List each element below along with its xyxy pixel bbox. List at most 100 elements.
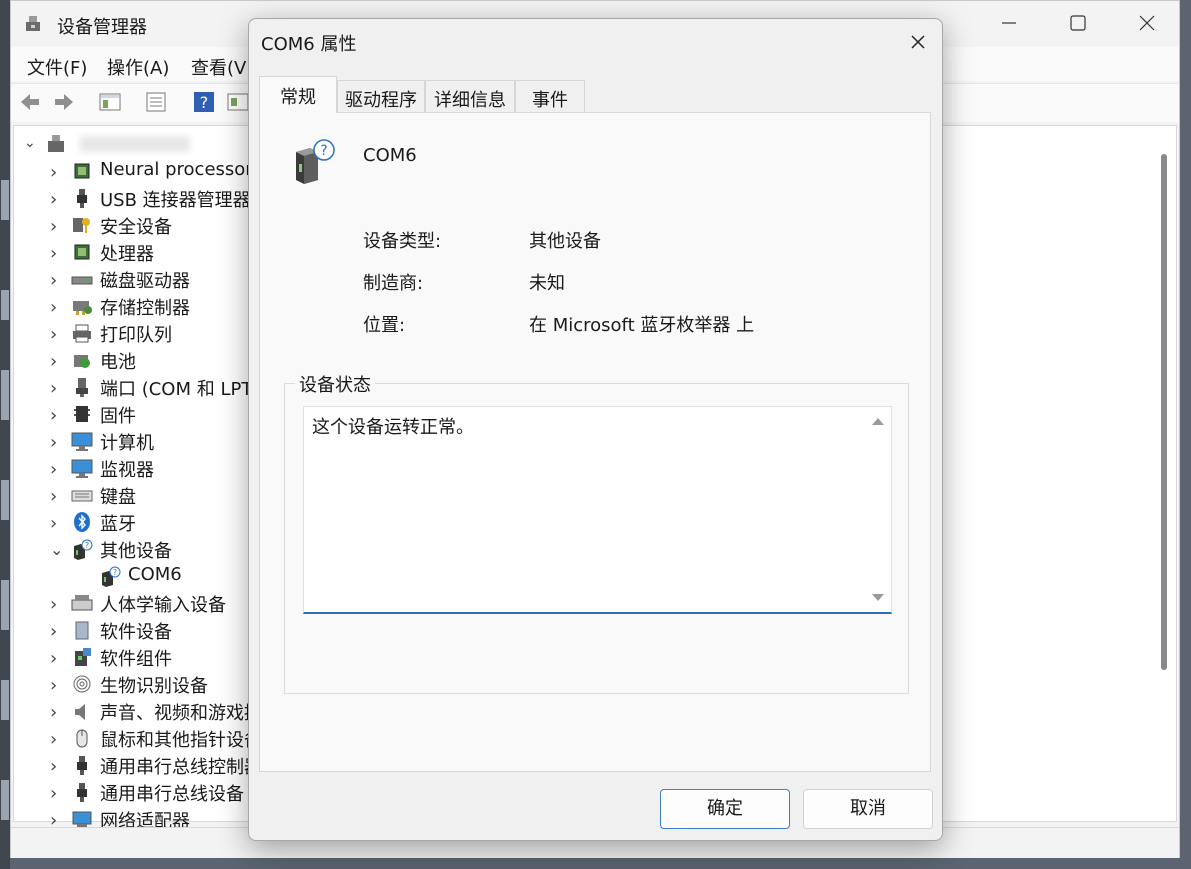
menu-action[interactable]: 操作(A) bbox=[107, 54, 169, 80]
forward-arrow-icon[interactable] bbox=[51, 89, 77, 115]
chevron-right-icon[interactable]: › bbox=[50, 783, 66, 804]
close-icon[interactable] bbox=[1135, 11, 1159, 35]
computer-icon bbox=[48, 135, 64, 152]
chevron-right-icon[interactable]: › bbox=[50, 486, 66, 507]
chevron-right-icon[interactable]: › bbox=[50, 378, 66, 399]
chevron-right-icon[interactable]: › bbox=[50, 648, 66, 669]
device-status-textbox[interactable]: 这个设备运转正常。 bbox=[303, 406, 892, 614]
tree-category-item[interactable]: › 软件设备 bbox=[50, 618, 280, 644]
tree-category-item[interactable]: › 监视器 bbox=[50, 456, 280, 482]
tree-category-item[interactable]: › 蓝牙 bbox=[50, 510, 280, 536]
tree-category-item[interactable]: › 固件 bbox=[50, 402, 280, 428]
tree-category-item[interactable]: › USB 连接器管理器 bbox=[50, 186, 280, 212]
back-arrow-icon[interactable] bbox=[17, 89, 43, 115]
maximize-icon[interactable] bbox=[1066, 11, 1090, 35]
tree-category-item[interactable]: › 鼠标和其他指针设备 bbox=[50, 726, 280, 752]
properties-dialog: COM6 属性 常规 驱动程序 详细信息 事件 ? COM6 设备类型: 其他设… bbox=[248, 18, 943, 841]
device-status-group: 设备状态 这个设备运转正常。 bbox=[284, 371, 909, 694]
tab-events[interactable]: 事件 bbox=[515, 80, 585, 112]
scroll-up-icon[interactable] bbox=[871, 415, 885, 427]
chevron-right-icon[interactable]: › bbox=[50, 162, 66, 183]
device-type-value: 其他设备 bbox=[529, 231, 601, 252]
chevron-right-icon[interactable]: › bbox=[50, 756, 66, 777]
tree-item-label: 生物识别设备 bbox=[100, 676, 208, 697]
tree-item-label: Neural processors bbox=[100, 159, 263, 180]
chevron-right-icon[interactable]: › bbox=[50, 243, 66, 264]
location-value: 在 Microsoft 蓝牙枚举器 上 bbox=[529, 315, 755, 336]
chevron-right-icon[interactable]: › bbox=[50, 621, 66, 642]
svg-text:?: ? bbox=[113, 568, 117, 577]
chevron-right-icon[interactable]: › bbox=[50, 675, 66, 696]
show-hide-tree-icon[interactable] bbox=[97, 89, 123, 115]
tree-item-label: COM6 bbox=[128, 564, 182, 585]
tab-general[interactable]: 常规 bbox=[259, 76, 337, 113]
scroll-down-icon[interactable] bbox=[871, 592, 885, 604]
minimize-icon[interactable] bbox=[997, 11, 1021, 35]
chip-icon bbox=[74, 244, 90, 260]
chevron-right-icon[interactable]: › bbox=[50, 270, 66, 291]
tree-category-item[interactable]: › 存储控制器 bbox=[50, 294, 280, 320]
hid-icon bbox=[71, 595, 93, 611]
tree-item-label: 端口 (COM 和 LPT) bbox=[100, 379, 260, 400]
chevron-right-icon[interactable]: › bbox=[50, 432, 66, 453]
chevron-right-icon[interactable]: › bbox=[50, 405, 66, 426]
chevron-down-icon[interactable]: ⌄ bbox=[50, 540, 66, 559]
device-name: COM6 bbox=[363, 145, 417, 166]
scrollbar[interactable] bbox=[1161, 154, 1167, 670]
tree-category-item[interactable]: › 声音、视频和游戏控制器 bbox=[50, 699, 298, 725]
tree-category-item[interactable]: › 电池 bbox=[50, 348, 280, 374]
manufacturer-label: 制造商: bbox=[363, 273, 424, 294]
tree-category-item[interactable]: › 通用串行总线控制器 bbox=[50, 753, 280, 779]
tree-category-item[interactable]: › Neural processors bbox=[50, 159, 280, 185]
tab-driver[interactable]: 驱动程序 bbox=[337, 80, 425, 112]
chevron-right-icon[interactable]: › bbox=[50, 594, 66, 615]
cancel-button[interactable]: 取消 bbox=[803, 789, 933, 829]
tree-root[interactable]: ⌄ bbox=[24, 132, 224, 158]
tree-category-item[interactable]: › 磁盘驱动器 bbox=[50, 267, 280, 293]
desktop-edge bbox=[0, 0, 10, 869]
manufacturer-value: 未知 bbox=[529, 273, 565, 294]
tree-category-item[interactable]: › 打印队列 bbox=[50, 321, 280, 347]
chevron-right-icon[interactable]: › bbox=[50, 729, 66, 750]
chevron-right-icon[interactable]: › bbox=[50, 216, 66, 237]
tree-category-item[interactable]: ⌄? 其他设备 bbox=[50, 537, 280, 563]
ok-button[interactable]: 确定 bbox=[660, 789, 790, 829]
tree-item-label: 软件设备 bbox=[100, 622, 172, 643]
tree-item-label: 监视器 bbox=[100, 460, 154, 481]
tree-item-label: 通用串行总线控制器 bbox=[100, 757, 262, 778]
monitor-icon bbox=[71, 432, 93, 451]
chevron-down-icon[interactable]: ⌄ bbox=[24, 135, 40, 153]
tree-category-item[interactable]: › 安全设备 bbox=[50, 213, 280, 239]
chevron-right-icon[interactable]: › bbox=[50, 297, 66, 318]
key-icon bbox=[73, 218, 90, 233]
device-status-label: 设备状态 bbox=[295, 371, 375, 397]
device-manager-icon bbox=[26, 16, 40, 31]
tree-item-label: 电池 bbox=[100, 352, 136, 373]
chevron-right-icon[interactable]: › bbox=[50, 351, 66, 372]
properties-icon[interactable] bbox=[143, 89, 169, 115]
menu-file[interactable]: 文件(F) bbox=[27, 54, 87, 80]
printer-icon bbox=[73, 324, 91, 343]
chevron-right-icon[interactable]: › bbox=[50, 810, 66, 831]
tree-category-item[interactable]: › 端口 (COM 和 LPT) bbox=[50, 375, 280, 401]
tree-category-item[interactable]: › 生物识别设备 bbox=[50, 672, 280, 698]
tree-category-item[interactable]: › 处理器 bbox=[50, 240, 280, 266]
tree-category-item[interactable]: › 计算机 bbox=[50, 429, 280, 455]
unknown-device-icon: ? bbox=[296, 139, 335, 184]
close-icon[interactable] bbox=[905, 29, 931, 55]
tab-label: 事件 bbox=[532, 90, 568, 111]
tree-item-label: 磁盘驱动器 bbox=[100, 271, 190, 292]
chevron-right-icon[interactable]: › bbox=[50, 324, 66, 345]
menu-view[interactable]: 查看(V) bbox=[191, 54, 253, 80]
tree-category-item[interactable]: › 人体学输入设备 bbox=[50, 591, 280, 617]
tree-category-item[interactable]: › 键盘 bbox=[50, 483, 280, 509]
chevron-right-icon[interactable]: › bbox=[50, 702, 66, 723]
chevron-right-icon[interactable]: › bbox=[50, 459, 66, 480]
tab-details[interactable]: 详细信息 bbox=[425, 80, 515, 112]
monitor-icon bbox=[71, 459, 93, 478]
tree-category-item[interactable]: › 软件组件 bbox=[50, 645, 280, 671]
chevron-right-icon[interactable]: › bbox=[50, 513, 66, 534]
chevron-right-icon[interactable]: › bbox=[50, 189, 66, 210]
help-icon[interactable]: ? bbox=[191, 89, 217, 115]
tree-category-item[interactable]: › 通用串行总线设备 bbox=[50, 780, 280, 806]
